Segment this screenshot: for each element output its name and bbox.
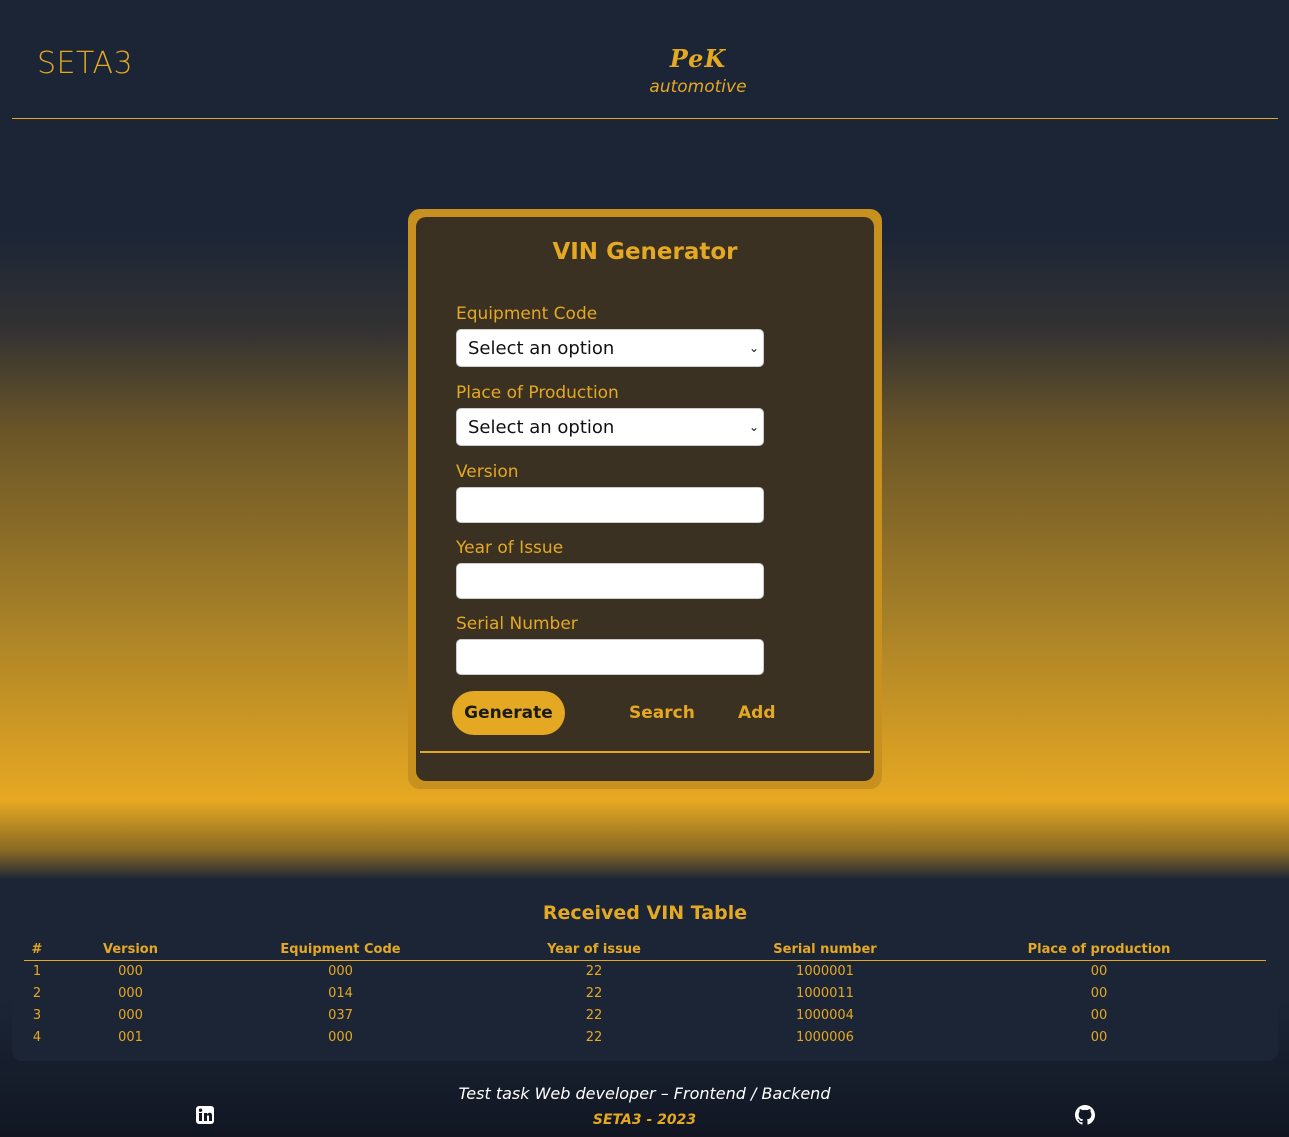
table-row: 1 000 000 22 1000001 00 (24, 960, 1266, 982)
table-cell: 00 (1090, 985, 1108, 1001)
search-button[interactable]: Search (629, 691, 695, 735)
linkedin-icon[interactable] (195, 1105, 215, 1125)
version-label: Version (456, 462, 519, 482)
chevron-down-icon: ⌄ (748, 420, 759, 434)
year-of-issue-input[interactable] (456, 563, 764, 599)
table-cell: 000 (118, 963, 143, 979)
place-of-production-value: Select an option (468, 417, 615, 438)
column-header: Serial number (718, 940, 932, 961)
table-cell: 22 (585, 985, 603, 1001)
table-cell: 00 (1090, 963, 1108, 979)
add-button[interactable]: Add (738, 691, 776, 735)
brand-logo[interactable]: PeK automotive (632, 44, 764, 97)
vin-generator-card: VIN Generator Equipment Code Select an o… (416, 217, 874, 781)
form-title: VIN Generator (552, 239, 738, 265)
serial-number-label: Serial Number (456, 614, 578, 634)
equipment-code-label: Equipment Code (456, 304, 598, 324)
place-of-production-label: Place of Production (456, 383, 619, 403)
vin-table: # Version Equipment Code Year of issue S… (24, 940, 1266, 1048)
table-cell: 000 (118, 1007, 143, 1023)
table-cell: 014 (328, 985, 353, 1001)
table-cell: 22 (585, 963, 603, 979)
table-cell: 00 (1090, 1029, 1108, 1045)
table-cell: 000 (328, 1029, 353, 1045)
serial-number-input[interactable] (456, 639, 764, 675)
footer-text: Test task Web developer – Frontend / Bac… (458, 1084, 831, 1103)
github-icon[interactable] (1075, 1105, 1095, 1125)
table-title: Received VIN Table (542, 902, 748, 924)
table-cell: 1000004 (796, 1007, 854, 1023)
table-cell: 001 (118, 1029, 143, 1045)
table-cell: 000 (328, 963, 353, 979)
table-header-row: # Version Equipment Code Year of issue S… (24, 940, 1266, 961)
table-cell: 1000001 (796, 963, 854, 979)
header: SETA3 PeK automotive (12, 0, 1278, 119)
place-of-production-select[interactable]: Select an option ⌄ (456, 408, 764, 446)
table-row: 3 000 037 22 1000004 00 (24, 1004, 1266, 1026)
vin-table-panel: Received VIN Table # Version Equipment C… (12, 882, 1278, 1061)
table-cell: 4 (32, 1029, 42, 1045)
table-cell: 037 (328, 1007, 353, 1023)
year-of-issue-label: Year of Issue (456, 538, 564, 558)
logo-subtitle: automotive (649, 77, 747, 97)
table-row: 4 001 000 22 1000006 00 (24, 1026, 1266, 1048)
column-header: Place of production (932, 940, 1266, 961)
column-header: Year of issue (470, 940, 718, 961)
version-input[interactable] (456, 487, 764, 523)
table-row: 2 000 014 22 1000011 00 (24, 982, 1266, 1004)
table-cell: 22 (585, 1029, 603, 1045)
card-divider (420, 751, 870, 753)
vin-generator-card-frame: VIN Generator Equipment Code Select an o… (408, 209, 882, 789)
table-cell: 1000011 (796, 985, 854, 1001)
column-header: # (24, 940, 50, 961)
logo-mark: PeK (669, 44, 727, 73)
equipment-code-select[interactable]: Select an option ⌄ (456, 329, 764, 367)
column-header: Equipment Code (211, 940, 470, 961)
equipment-code-value: Select an option (468, 338, 615, 359)
table-cell: 1000006 (796, 1029, 854, 1045)
table-cell: 2 (32, 985, 42, 1001)
table-cell: 22 (585, 1007, 603, 1023)
chevron-down-icon: ⌄ (748, 341, 759, 355)
generate-button[interactable]: Generate (452, 691, 565, 735)
table-cell: 00 (1090, 1007, 1108, 1023)
table-cell: 3 (32, 1007, 42, 1023)
column-header: Version (50, 940, 211, 961)
footer-copyright: SETA3 - 2023 (592, 1112, 697, 1128)
table-cell: 1 (32, 963, 42, 979)
brand-name[interactable]: SETA3 (37, 46, 133, 81)
table-cell: 000 (118, 985, 143, 1001)
